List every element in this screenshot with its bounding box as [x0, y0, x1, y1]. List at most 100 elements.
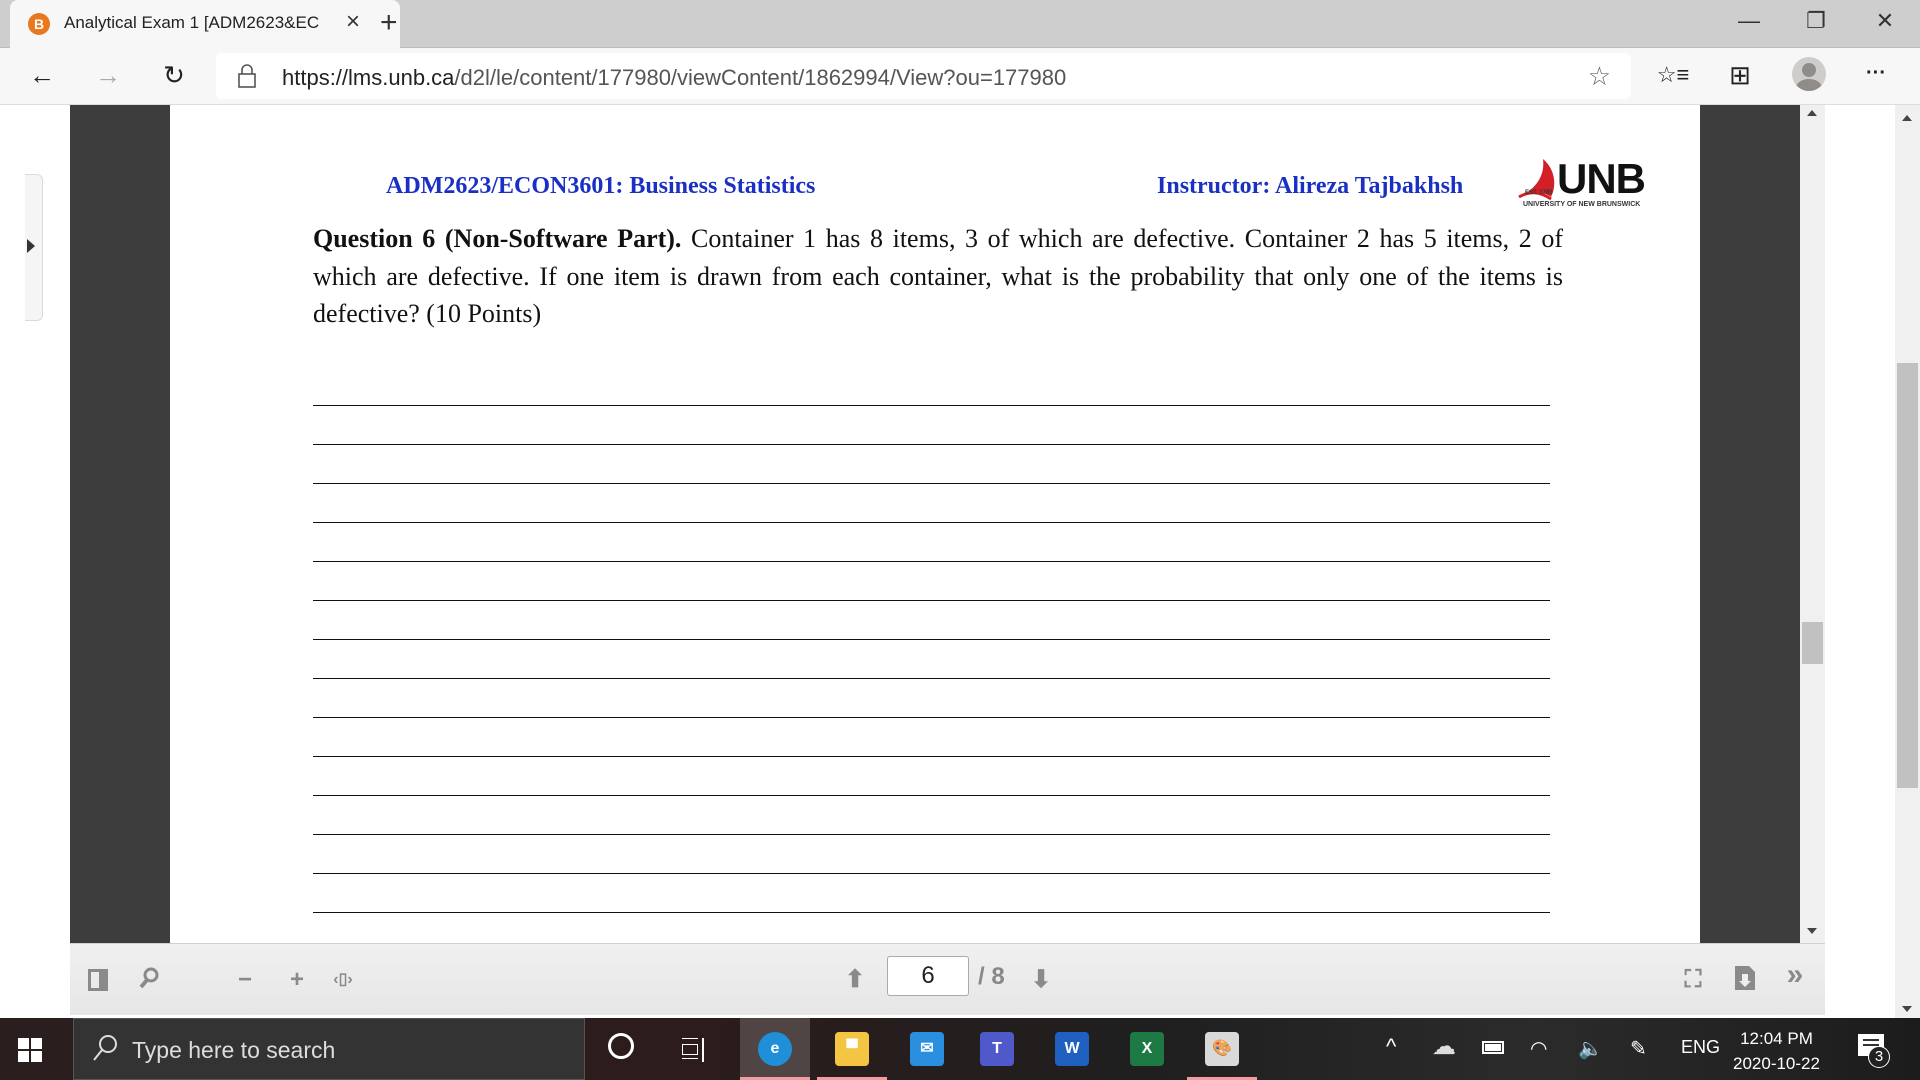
expand-arrow-icon [27, 239, 35, 253]
answer-line [313, 601, 1550, 640]
answer-line [313, 757, 1550, 796]
clock[interactable]: 12:04 PM 2020-10-22 [1733, 1026, 1820, 1076]
add-favorite-icon[interactable]: ☆ [1588, 61, 1611, 92]
taskbar-app-paint[interactable]: 🎨 [1187, 1018, 1257, 1080]
unb-established: EST. 1785 [1525, 190, 1553, 196]
search-magnifier-icon [92, 1034, 118, 1069]
url-text[interactable]: https://lms.unb.ca/d2l/le/content/177980… [282, 65, 1066, 91]
answer-line [313, 874, 1550, 913]
search-placeholder: Type here to search [132, 1037, 336, 1063]
page-total: / 8 [978, 963, 1005, 990]
download-icon[interactable] [1730, 966, 1760, 997]
page-number-input[interactable]: 6 [887, 956, 969, 996]
answer-line [313, 718, 1550, 757]
unb-wordmark: UNB [1557, 155, 1646, 202]
taskbar-app-mail[interactable]: ✉ [892, 1018, 962, 1080]
answer-lines [313, 367, 1550, 952]
sidebar-panel-icon[interactable] [88, 969, 108, 991]
pdf-viewer: ADM2623/ECON3601: Business Statistics In… [70, 105, 1825, 952]
scroll-down-arrow-icon[interactable] [1807, 928, 1817, 934]
paint-icon: 🎨 [1205, 1032, 1239, 1066]
action-center-icon[interactable]: 3 [1858, 1034, 1890, 1068]
zoom-out-button[interactable]: − [230, 966, 260, 994]
previous-page-icon[interactable]: ⬆ [840, 966, 870, 994]
answer-line [313, 523, 1550, 562]
profile-avatar-icon[interactable] [1792, 57, 1826, 91]
tab-title: Analytical Exam 1 [ADM2623&EC [64, 13, 320, 32]
page-scroll-thumb[interactable] [1897, 363, 1918, 788]
answer-line [313, 445, 1550, 484]
more-menu-icon[interactable]: ··· [1858, 62, 1894, 85]
notification-count-badge: 3 [1868, 1046, 1890, 1068]
answer-line [313, 484, 1550, 523]
unb-logo: UNB EST. 1785 UNIVERSITY OF NEW BRUNSWIC… [1515, 155, 1655, 208]
taskbar-app-excel[interactable]: X [1112, 1018, 1182, 1080]
refresh-button[interactable]: ↻ [156, 60, 192, 91]
battery-icon[interactable] [1482, 1041, 1504, 1054]
next-page-icon[interactable]: ⬇ [1026, 966, 1056, 994]
favorites-icon[interactable]: ☆≡ [1655, 62, 1691, 88]
wifi-icon[interactable]: ◠ [1530, 1036, 1547, 1061]
windows-taskbar: Type here to search e ▀ ✉ T W X 🎨 ^ ☁ ◠ 🔈 ✎ EN… [0, 1018, 1920, 1080]
viewer-scroll-thumb[interactable] [1802, 622, 1823, 664]
forward-button[interactable]: → [90, 60, 126, 91]
restore-button[interactable]: ❐ [1796, 8, 1836, 34]
volume-icon[interactable]: 🔈 [1578, 1036, 1603, 1061]
tab-strip: B Analytical Exam 1 [ADM2623&EC × + — ❐ … [0, 0, 1920, 48]
taskbar-search-box[interactable]: Type here to search [73, 1018, 585, 1080]
fullscreen-icon[interactable]: ⛶ [1678, 966, 1708, 994]
more-tools-icon[interactable]: » [1780, 960, 1810, 990]
page-scroll-down-icon[interactable] [1902, 1006, 1912, 1012]
viewer-scrollbar[interactable] [1800, 105, 1825, 943]
question-text: Question 6 (Non-Software Part). Containe… [313, 220, 1563, 333]
show-hidden-icons-chevron[interactable]: ^ [1386, 1034, 1396, 1060]
course-title: ADM2623/ECON3601: Business Statistics [386, 173, 816, 199]
search-icon[interactable] [134, 966, 164, 997]
instructor-name: Instructor: Alireza Tajbakhsh [1157, 173, 1464, 199]
taskbar-app-teams[interactable]: T [962, 1018, 1032, 1080]
task-view-icon[interactable] [682, 1038, 704, 1062]
url-path: /d2l/le/content/177980/viewContent/18629… [454, 65, 1067, 90]
collections-icon[interactable]: ⊞ [1722, 60, 1758, 91]
excel-icon: X [1130, 1032, 1164, 1066]
new-tab-button[interactable]: + [380, 6, 398, 40]
scroll-up-arrow-icon[interactable] [1807, 110, 1817, 116]
back-button[interactable]: ← [24, 60, 60, 91]
answer-line [313, 640, 1550, 679]
clock-date: 2020-10-22 [1733, 1054, 1820, 1073]
page-scrollbar[interactable] [1895, 105, 1920, 1018]
zoom-in-button[interactable]: + [282, 966, 312, 994]
viewer-toolbar: − + ‹▯› ⬆ 6 / 8 ⬇ ⛶ » [70, 943, 1825, 1015]
answer-line [313, 562, 1550, 601]
brightspace-favicon-icon: B [28, 13, 50, 35]
answer-line [313, 796, 1550, 835]
windows-start-icon[interactable] [18, 1038, 42, 1062]
answer-line [313, 835, 1550, 874]
url-host: https://lms.unb.ca [282, 65, 455, 90]
address-bar[interactable]: https://lms.unb.ca/d2l/le/content/177980… [216, 53, 1631, 99]
edge-icon: e [758, 1032, 792, 1066]
sidebar-toggle[interactable] [25, 174, 43, 321]
pen-workspace-icon[interactable]: ✎ [1630, 1036, 1647, 1061]
mail-icon: ✉ [910, 1032, 944, 1066]
word-icon: W [1055, 1032, 1089, 1066]
close-window-button[interactable]: ✕ [1865, 8, 1905, 34]
answer-line [313, 406, 1550, 445]
taskbar-app-word[interactable]: W [1037, 1018, 1107, 1080]
language-indicator[interactable]: ENG [1681, 1037, 1720, 1058]
tab-close-icon[interactable]: × [346, 8, 360, 36]
taskbar-app-file-explorer[interactable]: ▀ [817, 1018, 887, 1080]
taskbar-app-edge[interactable]: e [740, 1018, 810, 1080]
page-scroll-up-icon[interactable] [1902, 115, 1912, 121]
browser-tab[interactable]: B Analytical Exam 1 [ADM2623&EC × [10, 0, 400, 48]
lock-icon [238, 64, 256, 88]
answer-line [313, 367, 1550, 406]
question-label: Question 6 (Non-Software Part). [313, 224, 682, 253]
fit-width-icon[interactable]: ‹▯› [328, 966, 358, 994]
cortana-icon[interactable] [608, 1033, 634, 1059]
onedrive-icon[interactable]: ☁ [1432, 1032, 1456, 1061]
pdf-page: ADM2623/ECON3601: Business Statistics In… [170, 105, 1700, 952]
minimize-button[interactable]: — [1729, 8, 1769, 34]
teams-icon: T [980, 1032, 1014, 1066]
file-explorer-icon: ▀ [835, 1032, 869, 1066]
